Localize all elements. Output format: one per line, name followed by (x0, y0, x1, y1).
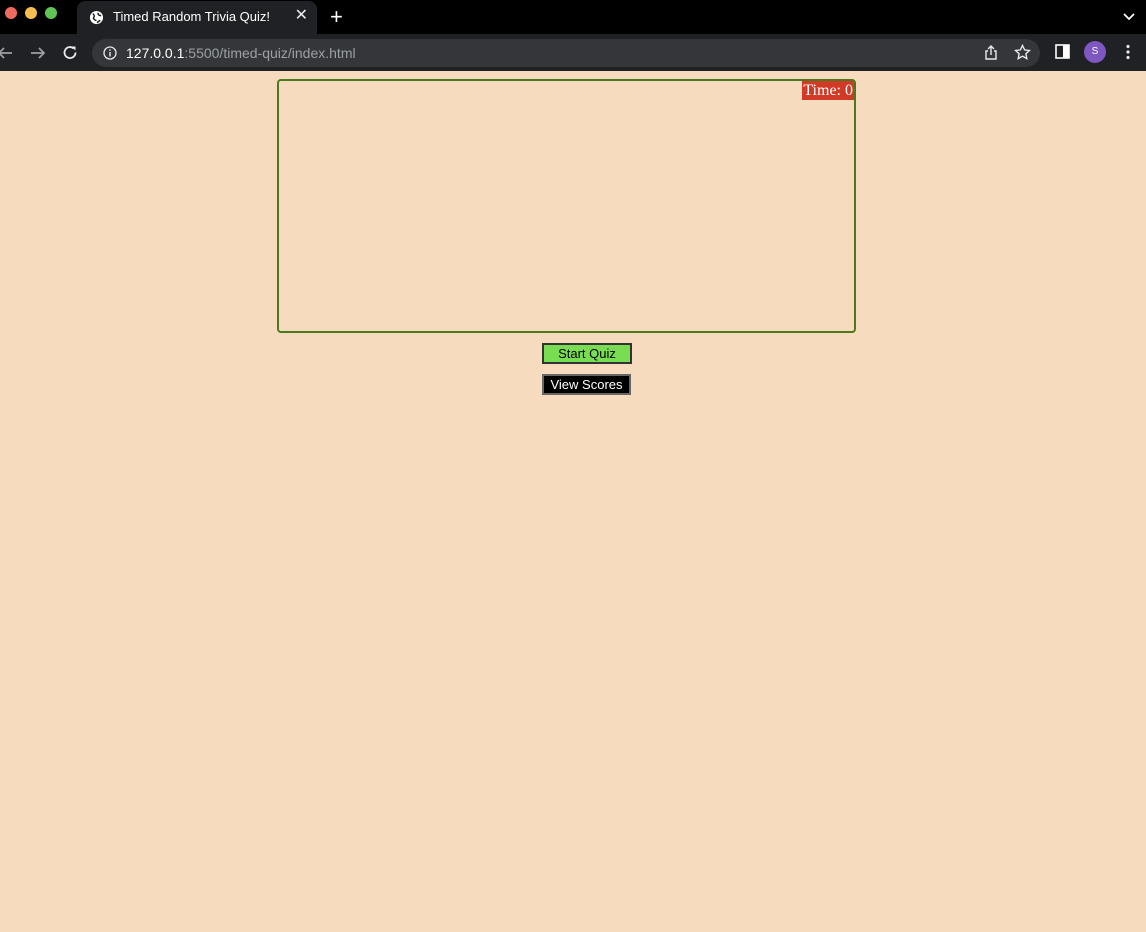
bookmark-star-icon[interactable] (1014, 44, 1031, 61)
chevron-down-icon[interactable] (1122, 10, 1136, 24)
quiz-container: Time: 0 (277, 79, 856, 333)
start-quiz-button[interactable]: Start Quiz (542, 343, 632, 364)
forward-arrow-icon[interactable] (29, 44, 47, 62)
url-host: 127.0.0.1 (126, 45, 185, 61)
more-options-icon[interactable] (1121, 44, 1135, 60)
tab-title: Timed Random Trivia Quiz! (113, 9, 271, 24)
maximize-window-button[interactable] (45, 7, 57, 19)
address-bar[interactable]: 127.0.0.1:5500/timed-quiz/index.html (92, 39, 1040, 67)
reload-icon[interactable] (61, 44, 79, 62)
url-text[interactable]: 127.0.0.1:5500/timed-quiz/index.html (126, 45, 356, 61)
back-arrow-icon[interactable] (0, 44, 14, 62)
profile-avatar[interactable]: S (1084, 41, 1106, 63)
info-icon[interactable] (103, 46, 117, 60)
browser-tab[interactable]: Timed Random Trivia Quiz! ✕ (77, 1, 317, 34)
timer-display: Time: 0 (802, 81, 854, 100)
globe-icon (89, 10, 104, 25)
browser-toolbar: 127.0.0.1:5500/timed-quiz/index.html S (0, 34, 1146, 71)
side-panel-icon[interactable] (1055, 44, 1070, 59)
browser-titlebar: Timed Random Trivia Quiz! ✕ + (0, 0, 1146, 34)
minimize-window-button[interactable] (25, 7, 37, 19)
close-window-button[interactable] (5, 7, 17, 19)
close-tab-icon[interactable]: ✕ (295, 8, 308, 24)
share-icon[interactable] (983, 45, 999, 61)
new-tab-icon[interactable]: + (330, 6, 343, 28)
view-scores-button[interactable]: View Scores (542, 374, 631, 395)
url-path: :5500/timed-quiz/index.html (184, 45, 356, 61)
